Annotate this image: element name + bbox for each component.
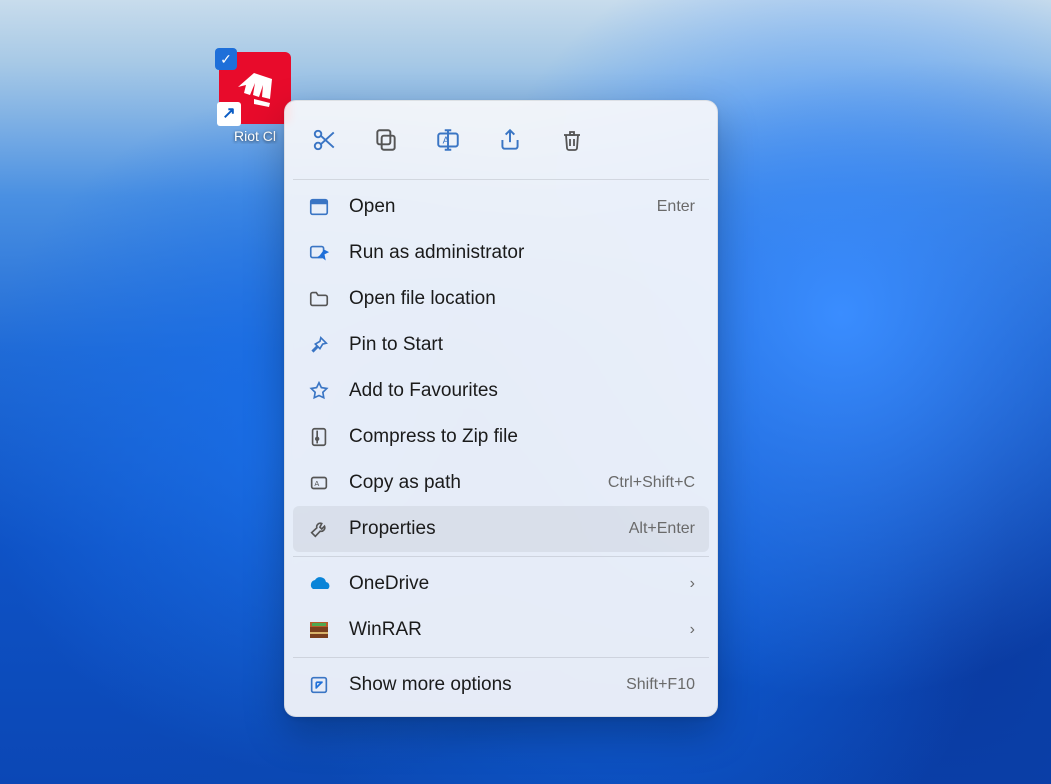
- menu-item-label: OneDrive: [349, 573, 690, 595]
- menu-item-pin-to-start[interactable]: Pin to Start: [293, 322, 709, 368]
- menu-separator: [293, 657, 709, 658]
- menu-item-copy-as-path[interactable]: A Copy as path Ctrl+Shift+C: [293, 460, 709, 506]
- rename-icon: A: [435, 127, 461, 153]
- menu-item-label: Show more options: [349, 674, 626, 696]
- menu-item-label: Add to Favourites: [349, 380, 695, 402]
- menu-separator: [293, 556, 709, 557]
- menu-separator: [293, 179, 709, 180]
- copy-button[interactable]: [367, 121, 405, 159]
- cut-button[interactable]: [305, 121, 343, 159]
- share-icon: [497, 127, 523, 153]
- rename-button[interactable]: A: [429, 121, 467, 159]
- svg-text:A: A: [314, 479, 319, 488]
- trash-icon: [560, 127, 584, 153]
- copy-path-icon: A: [307, 471, 331, 495]
- menu-item-open[interactable]: Open Enter: [293, 184, 709, 230]
- winrar-icon: [307, 618, 331, 642]
- menu-item-onedrive[interactable]: OneDrive ›: [293, 561, 709, 607]
- copy-icon: [373, 127, 399, 153]
- selection-check-icon: ✓: [215, 48, 237, 70]
- menu-item-add-to-favourites[interactable]: Add to Favourites: [293, 368, 709, 414]
- menu-item-shortcut: Shift+F10: [626, 676, 695, 694]
- menu-item-label: Open: [349, 196, 657, 218]
- more-options-icon: [307, 673, 331, 697]
- menu-item-label: Open file location: [349, 288, 695, 310]
- menu-item-open-file-location[interactable]: Open file location: [293, 276, 709, 322]
- shield-icon: [307, 241, 331, 265]
- wrench-icon: [307, 517, 331, 541]
- menu-item-label: Properties: [349, 518, 629, 540]
- desktop-wallpaper[interactable]: ✓ ↗ Riot Cl: [0, 0, 1051, 784]
- zip-icon: [307, 425, 331, 449]
- menu-item-shortcut: Ctrl+Shift+C: [608, 474, 695, 492]
- delete-button[interactable]: [553, 121, 591, 159]
- menu-item-label: Copy as path: [349, 472, 608, 494]
- folder-icon: [307, 287, 331, 311]
- chevron-right-icon: ›: [690, 621, 695, 639]
- pin-icon: [307, 333, 331, 357]
- menu-item-shortcut: Enter: [657, 198, 695, 216]
- menu-item-label: Pin to Start: [349, 334, 695, 356]
- star-icon: [307, 379, 331, 403]
- chevron-right-icon: ›: [690, 575, 695, 593]
- menu-item-label: Run as administrator: [349, 242, 695, 264]
- open-icon: [307, 195, 331, 219]
- menu-item-compress-zip[interactable]: Compress to Zip file: [293, 414, 709, 460]
- menu-item-properties[interactable]: Properties Alt+Enter: [293, 506, 709, 552]
- shortcut-arrow-icon: ↗: [217, 102, 241, 126]
- menu-item-label: WinRAR: [349, 619, 690, 641]
- svg-text:A: A: [443, 135, 450, 146]
- menu-item-winrar[interactable]: WinRAR ›: [293, 607, 709, 653]
- context-menu-action-bar: A: [293, 109, 709, 175]
- menu-item-show-more-options[interactable]: Show more options Shift+F10: [293, 662, 709, 708]
- menu-item-label: Compress to Zip file: [349, 426, 695, 448]
- share-button[interactable]: [491, 121, 529, 159]
- menu-item-shortcut: Alt+Enter: [629, 520, 695, 538]
- menu-item-run-as-admin[interactable]: Run as administrator: [293, 230, 709, 276]
- scissors-icon: [311, 127, 337, 153]
- onedrive-icon: [307, 572, 331, 596]
- context-menu: A Open E: [284, 100, 718, 717]
- riot-client-icon: ✓ ↗: [219, 52, 291, 124]
